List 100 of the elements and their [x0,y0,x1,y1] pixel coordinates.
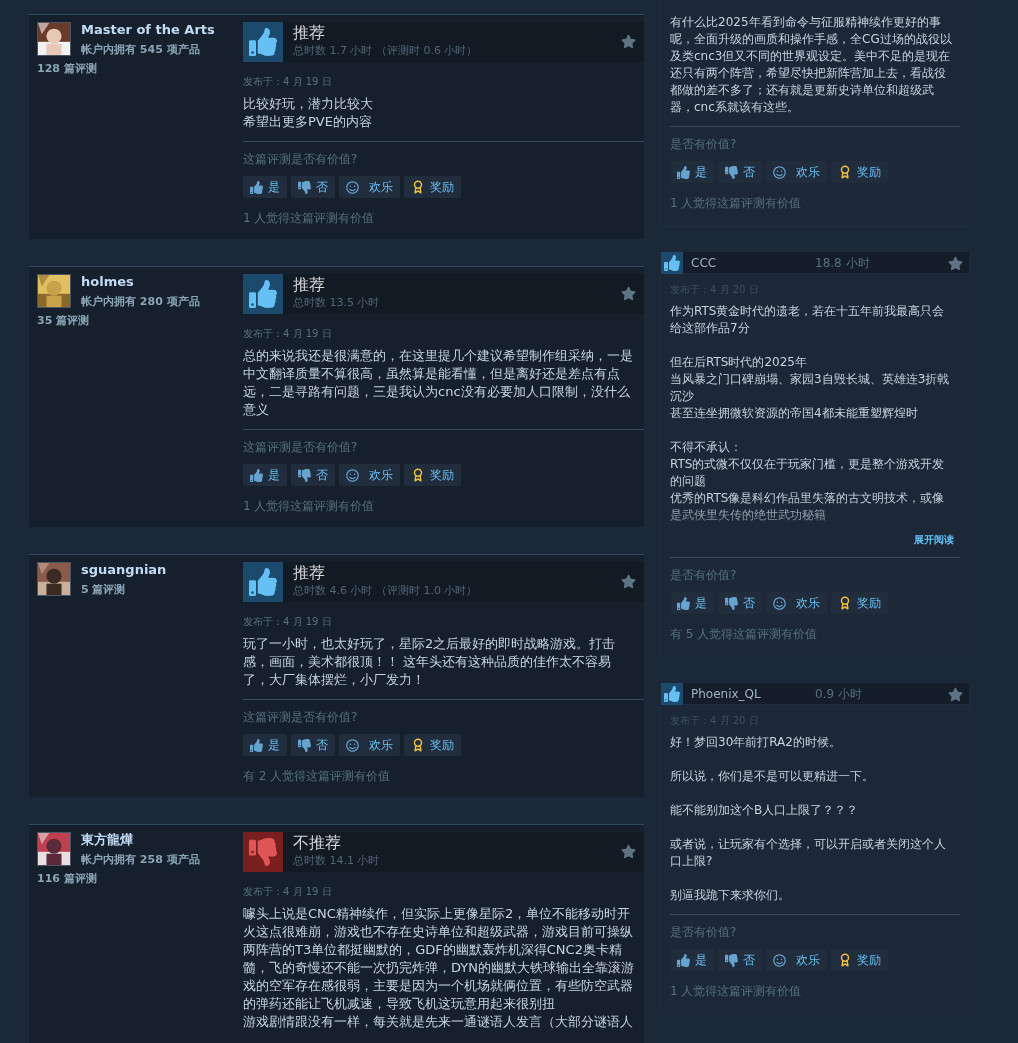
helpful-count: 1 人觉得这篇评测有价值 [670,983,803,1000]
helpful-count: 1 人觉得这篇评测有价值 [243,210,376,227]
vote-button[interactable]: 是 [670,161,714,183]
review-text: 当风暴之门口碑崩塌、家园3自毁长城、英雄连3折戟沉沙 [670,371,951,405]
vote-button[interactable]: 否 [718,592,762,614]
review-count: 35 篇评测 [37,312,91,329]
verdict-title: 不推荐 [293,833,342,853]
helpful-prompt: 是否有价值? [670,924,738,941]
post-date: 发布于：4 月 19 日 [243,75,333,89]
helpful-count: 1 人觉得这篇评测有价值 [243,498,376,515]
helpful-prompt: 是否有价值? [670,136,738,153]
star-icon[interactable] [948,686,963,702]
author-name[interactable]: holmes [81,274,200,290]
vote-button[interactable]: 欢乐 [766,161,827,183]
review-text: 能不能别加这个B人口上限了？？？ [670,802,860,819]
playtime: 总时数 1.7 小时 （评测时 0.6 小时） [293,43,479,59]
author-name[interactable]: sguangnian [81,562,167,578]
star-icon[interactable] [621,286,636,301]
award-icon [838,596,852,610]
vote-button[interactable]: 欢乐 [339,464,400,486]
product-count: 帐户内拥有 258 项产品 [81,852,200,868]
review-text: 或者说，让玩家有个选择，可以开启或者关闭这个人口上限? [670,836,947,870]
playtime: 总时数 13.5 小时 [293,295,381,311]
review-text: 但在后RTS时代的2025年 [670,354,808,371]
author-name[interactable]: Phoenix_QL [691,685,815,703]
star-icon[interactable] [621,574,636,589]
smiley-icon [773,596,786,610]
vote-button[interactable]: 是 [243,176,287,198]
smiley-icon [773,165,786,179]
thumbs-up-icon [250,738,263,752]
playtime: 0.9 小时 [815,686,863,703]
author-name[interactable]: Master of the Arts [81,22,215,38]
helpful-prompt: 这篇评测是否有价值? [243,439,359,456]
star-icon[interactable] [621,844,636,859]
vote-button[interactable]: 奖励 [404,734,461,756]
smiley-icon [773,953,786,967]
thumbs-up-icon [250,180,263,194]
helpful-prompt: 是否有价值? [670,567,738,584]
thumbs-down-icon [298,180,311,194]
smiley-icon [346,738,359,752]
vote-button[interactable]: 欢乐 [766,592,827,614]
verdict-title: 推荐 [293,23,326,43]
vote-button[interactable]: 否 [291,176,335,198]
product-count: 帐户内拥有 280 项产品 [81,294,200,310]
helpful-count: 有 5 人觉得这篇评测有价值 [670,626,819,643]
author-name[interactable]: CCC [691,254,815,272]
review-count: 5 篇评测 [81,582,127,598]
expand-link[interactable]: 展开阅读 [914,532,954,547]
post-date: 发布于：4 月 19 日 [243,327,333,341]
award-icon [411,180,425,194]
post-date: 发布于：4 月 19 日 [243,885,333,899]
helpful-prompt: 这篇评测是否有价值? [243,709,359,726]
vote-button[interactable]: 否 [718,949,762,971]
verdict-title: 推荐 [293,275,326,295]
thumbs-down-icon [725,165,738,179]
vote-button[interactable]: 奖励 [404,464,461,486]
review-text: 不得不承认： [670,439,743,456]
vote-button[interactable]: 奖励 [831,949,888,971]
award-icon [838,165,852,179]
review-text: 希望出更多PVE的内容 [243,113,373,131]
vote-button[interactable]: 奖励 [404,176,461,198]
review-text: 优秀的RTS像是科幻作品里失落的古文明技术，或像是武侠里失传的绝世武功秘籍 [670,490,946,524]
review-count: 116 篇评测 [37,870,98,887]
helpful-count: 1 人觉得这篇评测有价值 [670,195,803,212]
thumbs-up-icon [250,468,263,482]
review-count: 128 篇评测 [37,60,98,77]
vote-button[interactable]: 否 [291,464,335,486]
vote-button[interactable]: 奖励 [831,592,888,614]
award-icon [411,738,425,752]
review-text: 甚至连坐拥微软资源的帝国4都未能重塑辉煌时 [670,405,919,422]
playtime: 18.8 小时 [815,255,871,272]
vote-button[interactable]: 欢乐 [766,949,827,971]
star-icon[interactable] [621,34,636,49]
playtime: 总时数 4.6 小时 （评测时 1.0 小时） [293,583,479,599]
vote-button[interactable]: 是 [243,734,287,756]
review-text: 好！梦回30年前打RA2的时候。 [670,734,842,751]
helpful-prompt: 这篇评测是否有价值? [243,151,359,168]
vote-button[interactable]: 欢乐 [339,734,400,756]
vote-button[interactable]: 是 [670,949,714,971]
author-name[interactable]: 東方龍燁 [81,832,200,848]
thumbs-down-icon [725,953,738,967]
review-text: 比较好玩，潜力比较大 [243,95,374,113]
vote-button[interactable]: 欢乐 [339,176,400,198]
vote-button[interactable]: 是 [670,592,714,614]
vote-button[interactable]: 是 [243,464,287,486]
review-text: 玩了一小时，也太好玩了，星际2之后最好的即时战略游戏。打击感，画面，美术都很顶！！ 这年头还有这种品质的佳作太不容易了，大厂集体摆烂，小厂发力！ [243,635,617,689]
vote-button[interactable]: 否 [291,734,335,756]
thumbs-up-icon [677,953,690,967]
review-text: 作为RTS黄金时代的遗老，若在十五年前我最高只会给这部作品7分 [670,303,946,337]
thumbs-up-icon [677,165,690,179]
vote-button[interactable]: 否 [718,161,762,183]
review-text: 噱头上说是CNC精神续作，但实际上更像星际2，单位不能移动时开火这点很难崩，游戏也不存在史诗单位和超级武器，游戏目前可操纵两阵营的T3单位都挺幽默的，GDF的幽默轰炸机深得CNC2奥卡精髓，飞的奇慢还不能一次扔完炸弹，DYN的幽默大铁球输出全靠滚游戏的空军存在感很弱，主要是因为一个机场就俩位置，有些防空武器的弹药还能让飞机减速，导致飞机这玩意用起来很别扭 [243,905,635,1013]
review-text: 所以说，你们是不是可以更精进一下。 [670,768,875,785]
vote-button[interactable]: 奖励 [831,161,888,183]
review-text: 游戏剧情跟没有一样，每关就是先来一通谜语人发言（大部分谜语人 [243,1013,634,1031]
thumbs-down-icon [298,468,311,482]
award-icon [411,468,425,482]
star-icon[interactable] [948,255,963,271]
review-text: 有什么比2025年看到命令与征服精神续作更好的事呢，全面升级的画质和操作手感，全CG过场的战役以及类cnc3但又不同的世界观设定。美中不足的是现在还只有两个阵营，希望尽快把新阵营加上去，看战役都做的差不多了；还有就是更新史诗单位和超级武器，cnc系就该有这些。 [670,14,953,116]
thumbs-up-icon [677,596,690,610]
